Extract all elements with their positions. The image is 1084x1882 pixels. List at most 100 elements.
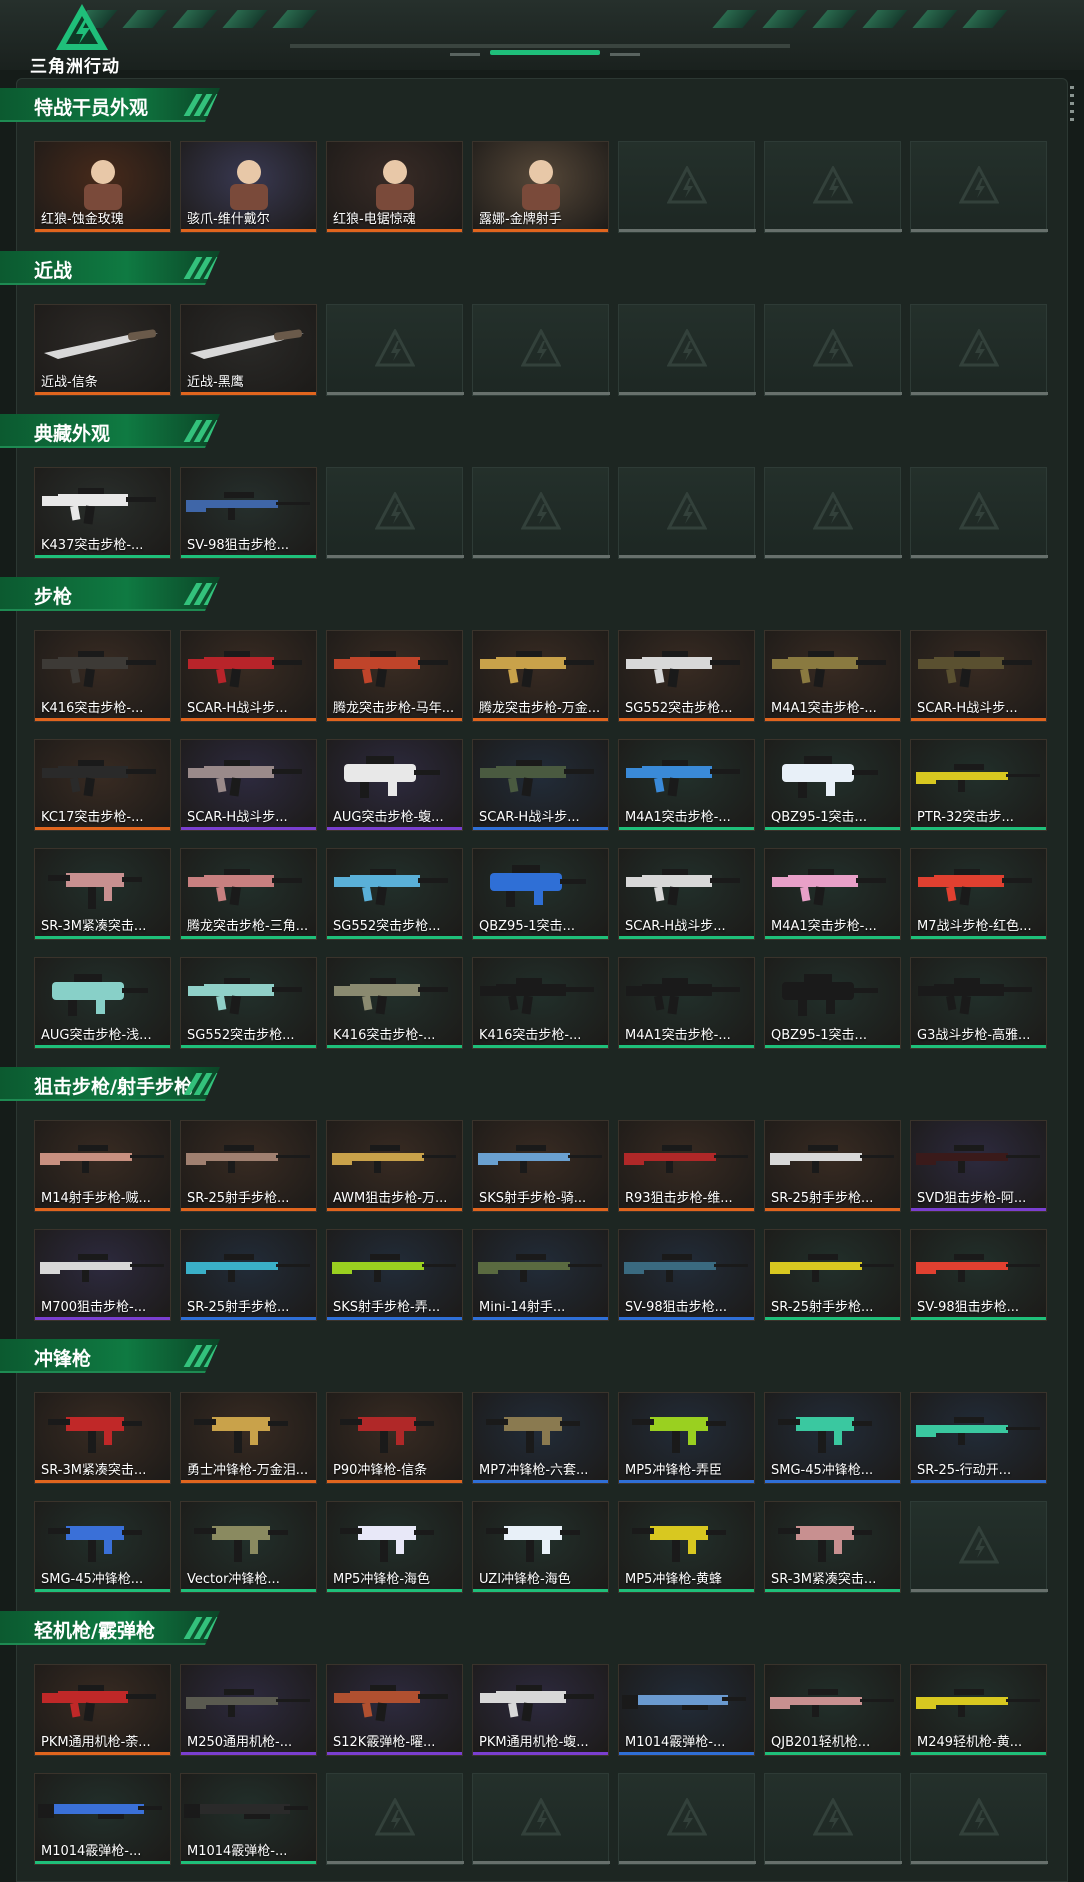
inventory-item[interactable]: SR-3M紧凑突击... [34, 1392, 171, 1484]
inventory-item[interactable]: 近战-信条 [34, 304, 171, 396]
empty-slot [618, 304, 756, 396]
item-name: SR-3M紧凑突击... [771, 1572, 877, 1587]
inventory-item[interactable]: SMG-45冲锋枪... [34, 1501, 171, 1593]
inventory-item[interactable]: S12K霰弹枪-曜... [326, 1664, 463, 1756]
inventory-item[interactable]: 腾龙突击步枪-万金... [472, 630, 609, 722]
item-name: 露娜-金牌射手 [479, 212, 562, 227]
item-name: SCAR-H战斗步... [479, 810, 580, 825]
sniper-icon [40, 1145, 164, 1173]
inventory-item[interactable]: K416突击步枪-... [326, 957, 463, 1049]
inventory-item[interactable]: SCAR-H战斗步... [618, 848, 755, 940]
shotgun-icon [38, 1804, 162, 1819]
operator-portrait-icon [376, 160, 414, 210]
inventory-item[interactable]: SR-25-行动开... [910, 1392, 1047, 1484]
inventory-item[interactable]: KC17突击步枪-... [34, 739, 171, 831]
inventory-item[interactable]: M4A1突击步枪-... [764, 848, 901, 940]
game-logo: 三角洲行动 [30, 2, 140, 77]
item-name: QBZ95-1突击... [771, 810, 867, 825]
inventory-item[interactable]: MP7冲锋枪-六套... [472, 1392, 609, 1484]
inventory-item[interactable]: G3战斗步枪-高雅... [910, 957, 1047, 1049]
rarity-bar [765, 1480, 900, 1483]
scrollbar[interactable] [1070, 86, 1074, 126]
inventory-item[interactable]: 勇士冲锋枪-万金泪... [180, 1392, 317, 1484]
rarity-bar [765, 1861, 902, 1864]
rifle-icon [626, 978, 740, 1015]
inventory-item[interactable]: AWM狙击步枪-万... [326, 1120, 463, 1212]
inventory-item[interactable]: UZI冲锋枪-海色 [472, 1501, 609, 1593]
inventory-item[interactable]: 红狼-蚀金玫瑰 [34, 141, 171, 233]
inventory-item[interactable]: M700狙击步枪-... [34, 1229, 171, 1321]
item-name: QBZ95-1突击... [771, 1028, 867, 1043]
placeholder-logo-icon [959, 1798, 999, 1836]
inventory-item[interactable]: M1014霰弹枪-... [618, 1664, 755, 1756]
inventory-item[interactable]: M4A1突击步枪-... [618, 739, 755, 831]
item-name: SG552突击步枪... [187, 1028, 295, 1043]
inventory-item[interactable]: M1014霰弹枪-... [34, 1773, 171, 1865]
inventory-item[interactable]: SKS射手步枪-骑... [472, 1120, 609, 1212]
inventory-item[interactable]: QBZ95-1突击... [472, 848, 609, 940]
inventory-item[interactable]: SR-3M紧凑突击... [764, 1501, 901, 1593]
inventory-item[interactable]: SR-25射手步枪... [764, 1120, 901, 1212]
inventory-item[interactable]: SR-25射手步枪... [180, 1229, 317, 1321]
inventory-item[interactable]: PTR-32突击步... [910, 739, 1047, 831]
inventory-item[interactable]: QBZ95-1突击... [764, 957, 901, 1049]
inventory-item[interactable]: SCAR-H战斗步... [910, 630, 1047, 722]
inventory-item[interactable]: 骇爪-维什戴尔 [180, 141, 317, 233]
inventory-item[interactable]: QBZ95-1突击... [764, 739, 901, 831]
inventory-item[interactable]: 腾龙突击步枪-三角... [180, 848, 317, 940]
inventory-item[interactable]: SG552突击步枪... [180, 957, 317, 1049]
inventory-item[interactable]: PKM通用机枪-蝮... [472, 1664, 609, 1756]
rifle-icon [334, 651, 448, 688]
inventory-item[interactable]: SV-98狙击步枪... [910, 1229, 1047, 1321]
rarity-bar [327, 1208, 462, 1211]
inventory-item[interactable]: SV-98狙击步枪... [618, 1229, 755, 1321]
inventory-item[interactable]: SCAR-H战斗步... [180, 739, 317, 831]
inventory-item[interactable]: SG552突击步枪... [326, 848, 463, 940]
inventory-item[interactable]: M14射手步枪-贼... [34, 1120, 171, 1212]
inventory-item[interactable]: K416突击步枪-... [472, 957, 609, 1049]
inventory-item[interactable]: MP5冲锋枪-弄臣 [618, 1392, 755, 1484]
inventory-item[interactable]: R93狙击步枪-维... [618, 1120, 755, 1212]
inventory-item[interactable]: SR-25射手步枪... [764, 1229, 901, 1321]
inventory-item[interactable]: AUG突击步枪-蝮... [326, 739, 463, 831]
sniper-icon [916, 1254, 1040, 1282]
inventory-item[interactable]: SR-3M紧凑突击... [34, 848, 171, 940]
sniper-icon [186, 1689, 310, 1717]
inventory-item[interactable]: M4A1突击步枪-... [764, 630, 901, 722]
inventory-item[interactable]: PKM通用机枪-荼... [34, 1664, 171, 1756]
item-name: M14射手步枪-贼... [41, 1191, 151, 1206]
inventory-item[interactable]: SCAR-H战斗步... [180, 630, 317, 722]
empty-slot [910, 1501, 1048, 1593]
empty-slot [326, 1773, 464, 1865]
inventory-item[interactable]: M1014霰弹枪-... [180, 1773, 317, 1865]
inventory-item[interactable]: 近战-黑鹰 [180, 304, 317, 396]
inventory-item[interactable]: SR-25射手步枪... [180, 1120, 317, 1212]
empty-slot [910, 467, 1048, 559]
rarity-bar [181, 827, 316, 830]
item-name: M4A1突击步枪-... [625, 1028, 731, 1043]
inventory-item[interactable]: M250通用机枪-... [180, 1664, 317, 1756]
inventory-item[interactable]: 腾龙突击步枪-马年... [326, 630, 463, 722]
inventory-item[interactable]: SV-98狙击步枪... [180, 467, 317, 559]
inventory-item[interactable]: SKS射手步枪-弄... [326, 1229, 463, 1321]
rarity-bar [327, 1317, 462, 1320]
inventory-item[interactable]: Vector冲锋枪... [180, 1501, 317, 1593]
inventory-item[interactable]: P90冲锋枪-信条 [326, 1392, 463, 1484]
inventory-item[interactable]: 红狼-电锯惊魂 [326, 141, 463, 233]
inventory-item[interactable]: AUG突击步枪-浅... [34, 957, 171, 1049]
inventory-item[interactable]: SMG-45冲锋枪... [764, 1392, 901, 1484]
inventory-item[interactable]: M249轻机枪-黄... [910, 1664, 1047, 1756]
inventory-item[interactable]: SVD狙击步枪-阿... [910, 1120, 1047, 1212]
inventory-item[interactable]: M7战斗步枪-红色... [910, 848, 1047, 940]
rifle-icon [480, 978, 594, 1015]
inventory-item[interactable]: 露娜-金牌射手 [472, 141, 609, 233]
inventory-item[interactable]: Mini-14射手... [472, 1229, 609, 1321]
inventory-item[interactable]: K416突击步枪-... [34, 630, 171, 722]
inventory-item[interactable]: MP5冲锋枪-黄蜂 [618, 1501, 755, 1593]
inventory-item[interactable]: SCAR-H战斗步... [472, 739, 609, 831]
inventory-item[interactable]: K437突击步枪-... [34, 467, 171, 559]
inventory-item[interactable]: MP5冲锋枪-海色 [326, 1501, 463, 1593]
inventory-item[interactable]: M4A1突击步枪-... [618, 957, 755, 1049]
inventory-item[interactable]: SG552突击步枪... [618, 630, 755, 722]
inventory-item[interactable]: QJB201轻机枪... [764, 1664, 901, 1756]
